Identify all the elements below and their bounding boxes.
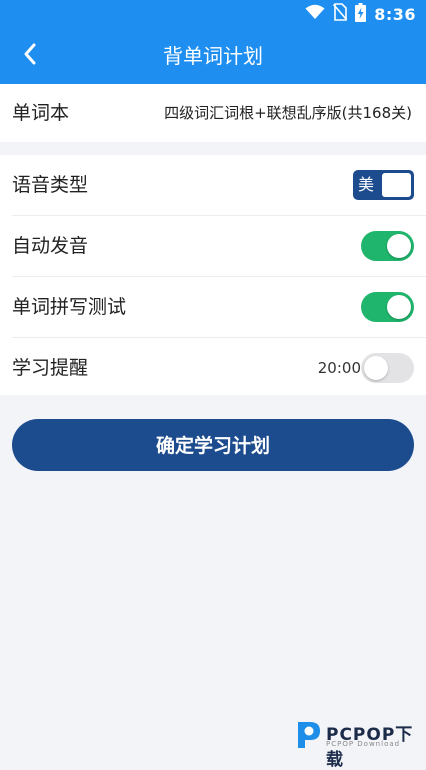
- voice-type-label: 语音类型: [12, 174, 89, 196]
- auto-pronounce-label: 自动发音: [12, 235, 89, 257]
- wordbook-label: 单词本: [12, 102, 70, 124]
- pcpop-logo-icon: [294, 718, 322, 754]
- study-reminder-toggle[interactable]: [361, 353, 414, 383]
- auto-pronounce-row: 自动发音: [12, 216, 426, 277]
- voice-type-option: 美: [358, 175, 375, 194]
- status-icons: 8:36: [305, 2, 416, 26]
- no-sim-icon: [333, 3, 348, 25]
- settings-card: 语音类型 美 自动发音 单词拼写测试 学习提醒 20:00: [0, 155, 426, 395]
- toggle-knob: [387, 234, 411, 258]
- switch-knob: [382, 173, 411, 197]
- wifi-icon: [305, 4, 325, 24]
- toggle-knob: [364, 356, 388, 380]
- study-reminder-row: 学习提醒 20:00: [12, 338, 426, 398]
- status-time: 8:36: [374, 4, 416, 24]
- app-bar: 背单词计划: [0, 28, 426, 84]
- wordbook-card: 单词本 四级词汇词根+联想乱序版(共168关): [0, 84, 426, 142]
- spelling-test-row: 单词拼写测试: [12, 277, 426, 338]
- watermark: PCPOP下载 PCPOP Download: [294, 716, 424, 770]
- watermark-subtext: PCPOP Download: [326, 740, 401, 748]
- spelling-test-toggle[interactable]: [361, 292, 414, 322]
- wordbook-value[interactable]: 四级词汇词根+联想乱序版(共168关): [164, 84, 412, 142]
- page-title: 背单词计划: [163, 44, 263, 68]
- wordbook-row[interactable]: 单词本 四级词汇词根+联想乱序版(共168关): [12, 84, 426, 142]
- voice-type-row: 语音类型 美: [12, 155, 426, 216]
- study-reminder-label: 学习提醒: [12, 357, 89, 379]
- status-bar: 8:36: [0, 0, 426, 28]
- spelling-test-label: 单词拼写测试: [12, 296, 127, 318]
- confirm-plan-button[interactable]: 确定学习计划: [12, 419, 414, 471]
- toggle-knob: [387, 295, 411, 319]
- reminder-time[interactable]: 20:00: [318, 338, 361, 398]
- voice-type-switch[interactable]: 美: [353, 170, 414, 200]
- battery-charging-icon: [355, 2, 367, 26]
- auto-pronounce-toggle[interactable]: [361, 231, 414, 261]
